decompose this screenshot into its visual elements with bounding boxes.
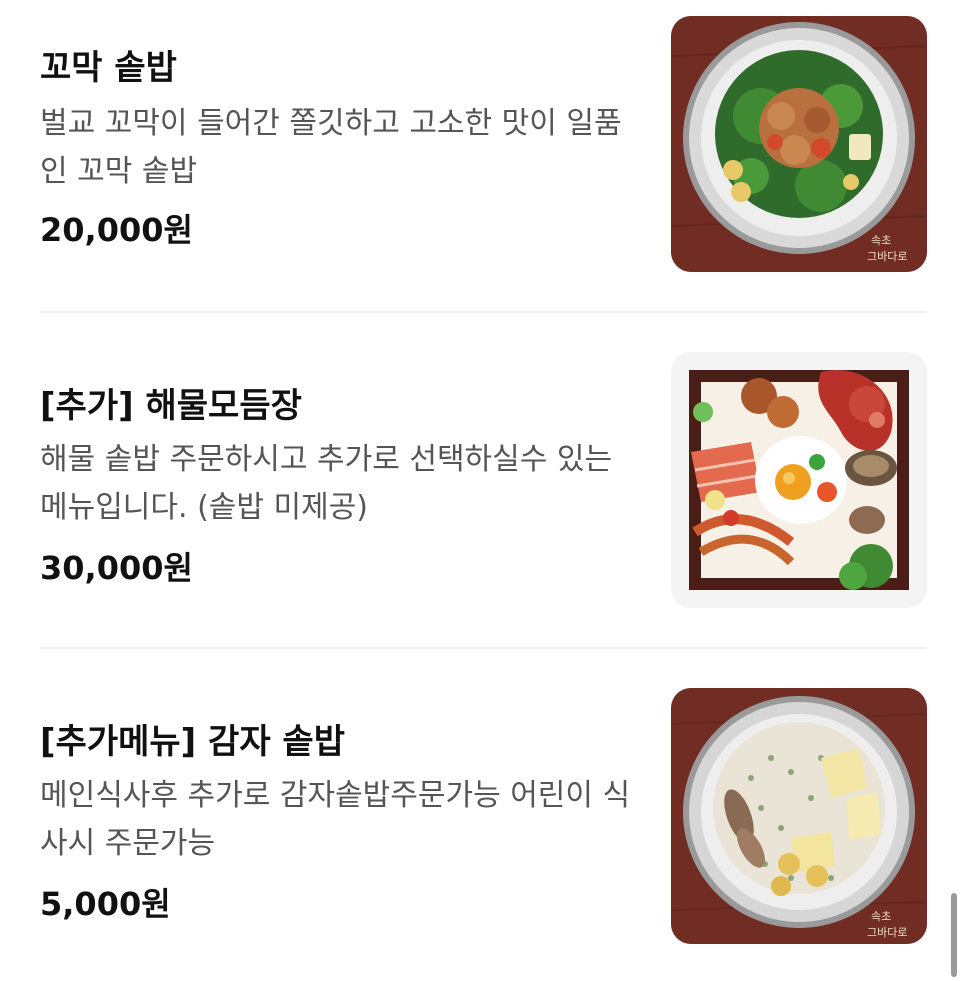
scrollbar-thumb[interactable]: [951, 893, 957, 977]
menu-item-title: 꼬막 솥밥: [40, 48, 177, 88]
menu-item-price: 30,000원: [40, 549, 193, 587]
watermark-text: 그바다로: [867, 250, 907, 263]
seafood-platter-photo: [671, 352, 927, 608]
menu-item-photo[interactable]: [671, 352, 927, 608]
menu-item-title: [추가] 해물모듬장: [40, 386, 302, 426]
menu-item-price: 20,000원: [40, 211, 193, 249]
menu-item-photo[interactable]: 속초 그바다로: [671, 688, 927, 944]
menu-item-photo[interactable]: 속초 그바다로: [671, 16, 927, 272]
potato-rice-pot-photo: 속초 그바다로: [671, 688, 927, 944]
watermark-text: 속초: [871, 910, 891, 923]
menu-item-description: 벌교 꼬막이 들어간 쫄깃하고 고소한 맛이 일품인 꼬막 솥밥: [40, 106, 622, 189]
cockle-rice-pot-photo: 속초 그바다로: [671, 16, 927, 272]
menu-item-title: [추가메뉴] 감자 솥밥: [40, 722, 345, 762]
menu-item-description: 해물 솥밥 주문하시고 추가로 선택하실수 있는 메뉴입니다. (솥밥 미제공): [40, 442, 613, 525]
menu-item-potato-rice[interactable]: [추가메뉴] 감자 솥밥 메인식사후 추가로 감자솥밥주문가능 어린이 식사시 …: [0, 648, 966, 981]
menu-item-description: 메인식사후 추가로 감자솥밥주문가능 어린이 식사시 주문가능: [40, 778, 631, 861]
menu-item-price: 5,000원: [40, 885, 171, 923]
watermark-text: 속초: [871, 234, 891, 247]
menu-list: 꼬막 솥밥 벌교 꼬막이 들어간 쫄깃하고 고소한 맛이 일품인 꼬막 솥밥 2…: [0, 0, 966, 981]
menu-item-cockle-rice[interactable]: 꼬막 솥밥 벌교 꼬막이 들어간 쫄깃하고 고소한 맛이 일품인 꼬막 솥밥 2…: [0, 0, 966, 312]
watermark-text: 그바다로: [867, 926, 907, 939]
menu-item-seafood-platter[interactable]: [추가] 해물모듬장 해물 솥밥 주문하시고 추가로 선택하실수 있는 메뉴입니…: [0, 312, 966, 648]
